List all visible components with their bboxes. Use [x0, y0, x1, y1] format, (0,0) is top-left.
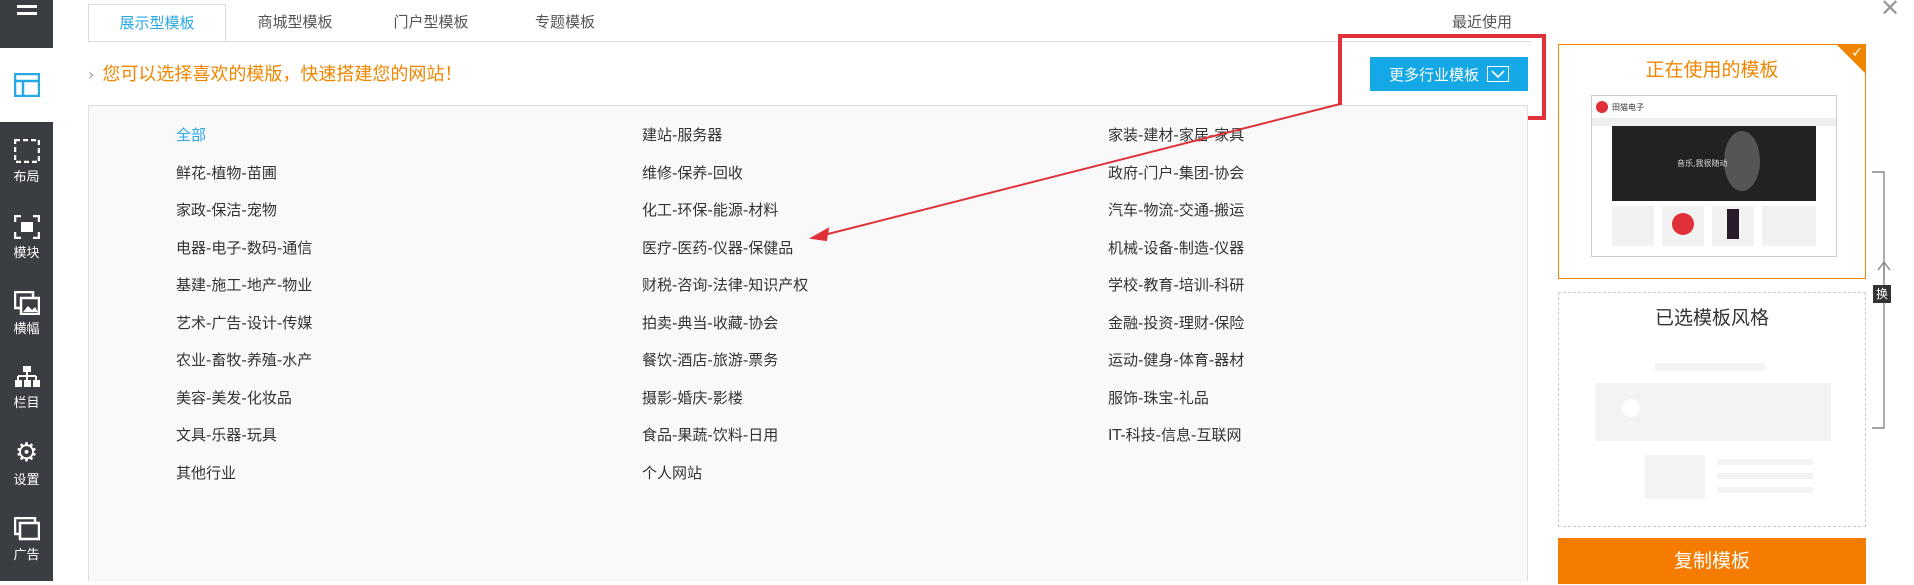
- current-template-card: ✓ 正在使用的模板 田猫电子 音乐,我很随动: [1558, 44, 1866, 279]
- selected-style-card: 已选模板风格: [1558, 292, 1866, 527]
- copy-template-button[interactable]: 复制模板: [1558, 538, 1866, 584]
- thumb-logo: 田猫电子: [1612, 102, 1644, 112]
- thumb-banner-text: 音乐,我很随动: [1677, 158, 1728, 168]
- selected-style-title: 已选模板风格: [1654, 307, 1769, 329]
- current-template-thumbnail[interactable]: 田猫电子 音乐,我很随动: [1591, 95, 1837, 257]
- style-placeholder-image: [1595, 363, 1831, 499]
- swap-label: 换: [1873, 285, 1891, 303]
- swap-control[interactable]: 换: [1870, 170, 1892, 430]
- current-template-title: 正在使用的模板: [1645, 59, 1779, 81]
